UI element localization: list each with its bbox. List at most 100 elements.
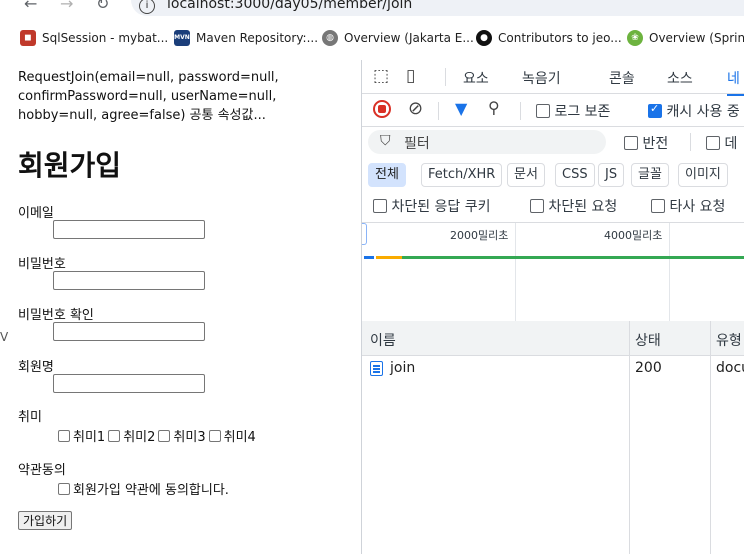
- table-row[interactable]: join 200 docu: [362, 356, 744, 382]
- blocked-requests-option[interactable]: 차단된 요청: [530, 196, 617, 216]
- toolbar-divider: [438, 102, 439, 120]
- chip-all[interactable]: 전체: [368, 163, 406, 187]
- tab-network[interactable]: 네: [727, 68, 744, 96]
- hobby-checkbox-2[interactable]: [108, 429, 121, 442]
- timeline-bar-blue: [364, 256, 374, 259]
- bookmark-jakarta[interactable]: ◍ Overview (Jakarta E...: [322, 30, 474, 46]
- email-label: 이메일: [18, 206, 54, 221]
- tab-console[interactable]: 콘솔: [609, 68, 635, 88]
- agree-label: 약관동의: [18, 463, 66, 478]
- chip-fetch-xhr[interactable]: Fetch/XHR: [421, 163, 503, 187]
- filter-icon: ⛉: [380, 133, 391, 149]
- timeline-gridline-1: [515, 223, 516, 321]
- hide-data-urls-checkbox[interactable]: [706, 136, 720, 150]
- document-icon: [370, 361, 383, 376]
- site-info-icon[interactable]: i: [139, 0, 155, 14]
- chip-img[interactable]: 이미지: [678, 163, 728, 187]
- bookmark-sqlsession[interactable]: ◼ SqlSession - mybat...: [20, 30, 168, 46]
- forward-icon[interactable]: →: [60, 0, 73, 13]
- preserve-log-checkbox[interactable]: [536, 104, 550, 118]
- invert-checkbox[interactable]: [624, 136, 638, 150]
- email-field[interactable]: [53, 220, 205, 239]
- timeline-label-4000: 4000밀리초: [604, 229, 663, 242]
- tab-sources[interactable]: 소스: [667, 68, 693, 88]
- confirm-password-field[interactable]: [53, 322, 205, 341]
- reload-icon[interactable]: ↻: [96, 0, 109, 13]
- timeline-label-2000: 2000밀리초: [450, 229, 509, 242]
- globe-bookmark-icon: ◍: [322, 30, 338, 46]
- browser-chrome: ← → ↻ i localhost:3000/day05/member/join…: [0, 0, 744, 61]
- filter-placeholder: 필터: [404, 136, 430, 152]
- confirm-password-label: 비밀번호 확인: [18, 308, 94, 323]
- request-type: docu: [716, 360, 744, 376]
- network-overview-timeline[interactable]: 2000밀리초 4000밀리초: [362, 222, 744, 322]
- timeline-gridline-2: [669, 223, 670, 321]
- filter-funnel-icon[interactable]: ▼: [455, 99, 467, 118]
- bookmark-spring[interactable]: ❀ Overview (Spring: [627, 30, 744, 46]
- username-label: 회원명: [18, 360, 54, 375]
- blocked-cookies-checkbox[interactable]: [373, 199, 387, 213]
- address-url[interactable]: localhost:3000/day05/member/join: [167, 0, 412, 12]
- inspect-element-icon[interactable]: ⬚: [373, 66, 389, 86]
- column-name[interactable]: 이름: [370, 330, 396, 350]
- address-row: ← → ↻ i localhost:3000/day05/member/join: [0, 0, 744, 20]
- toolbar-divider-2: [520, 102, 521, 120]
- preserve-log-option[interactable]: 로그 보존: [536, 101, 610, 121]
- hobby-label: 취미: [18, 410, 42, 425]
- timeline-left-handle[interactable]: [362, 223, 367, 245]
- third-party-checkbox[interactable]: [651, 199, 665, 213]
- github-bookmark-icon: ●: [476, 30, 492, 46]
- hobby-checkbox-3[interactable]: [158, 429, 171, 442]
- tab-elements[interactable]: 요소: [463, 68, 489, 88]
- blocked-cookies-option[interactable]: 차단된 응답 쿠키: [373, 196, 491, 216]
- search-icon[interactable]: ⚲: [488, 98, 500, 117]
- hide-data-urls-option[interactable]: 데: [706, 133, 737, 153]
- hobby-checkbox-4[interactable]: [208, 429, 221, 442]
- hobby-label-2: 취미2: [123, 430, 156, 445]
- request-status: 200: [635, 360, 662, 376]
- edge-character: V: [0, 330, 9, 344]
- devtools-panel: ⬚ ▯ 요소 녹음기 콘솔 소스 네 ⊘ ▼ ⚲ 로그 보존 캐시 사용 중 ⛉…: [361, 60, 744, 554]
- hobby-checkbox-1[interactable]: [58, 429, 70, 442]
- bookmarks-bar: ◼ SqlSession - mybat... MVN Maven Reposi…: [0, 28, 744, 50]
- hobby-label-1: 취미1: [73, 430, 106, 445]
- disable-cache-option[interactable]: 캐시 사용 중: [648, 101, 740, 121]
- tabbar-divider: [445, 68, 446, 86]
- disable-cache-checkbox[interactable]: [648, 102, 662, 118]
- agree-text: 회원가입 약관에 동의합니다.: [73, 483, 229, 498]
- hobby-options: 취미1 취미2 취미3 취미4: [57, 426, 258, 445]
- username-field[interactable]: [53, 374, 205, 393]
- network-toolbar: ⊘ ▼ ⚲ 로그 보존 캐시 사용 중: [362, 94, 744, 127]
- password-label: 비밀번호: [18, 257, 66, 272]
- tab-recorder[interactable]: 녹음기: [522, 68, 561, 88]
- agree-option: 회원가입 약관에 동의합니다.: [57, 479, 229, 498]
- device-toolbar-icon[interactable]: ▯: [406, 66, 415, 86]
- bookmark-github[interactable]: ● Contributors to jeo...: [476, 30, 622, 46]
- address-bar[interactable]: i localhost:3000/day05/member/join: [131, 0, 744, 16]
- filter-divider: [690, 133, 691, 151]
- chip-css[interactable]: CSS: [555, 163, 595, 187]
- chip-js[interactable]: JS: [598, 163, 625, 187]
- agree-checkbox[interactable]: [58, 482, 70, 495]
- request-table-header: 이름 상태 유형: [362, 321, 744, 356]
- chip-doc[interactable]: 문서: [507, 163, 545, 187]
- bookmark-maven[interactable]: MVN Maven Repository:...: [174, 30, 318, 46]
- timeline-bar-yellow: [376, 256, 402, 259]
- chip-font[interactable]: 글꼴: [631, 163, 669, 187]
- invert-option[interactable]: 반전: [624, 133, 668, 153]
- maven-bookmark-icon: MVN: [174, 30, 190, 46]
- sqlsession-bookmark-icon: ◼: [20, 30, 36, 46]
- blocked-requests-checkbox[interactable]: [530, 199, 544, 213]
- filter-input[interactable]: ⛉ 필터: [368, 130, 606, 154]
- record-icon[interactable]: [373, 100, 391, 118]
- column-type[interactable]: 유형: [716, 330, 742, 350]
- join-submit-button[interactable]: 가입하기: [18, 511, 73, 530]
- clear-icon[interactable]: ⊘: [408, 98, 423, 119]
- request-debug-text: RequestJoin(email=null, password=null, c…: [18, 70, 279, 123]
- column-status[interactable]: 상태: [635, 330, 661, 350]
- back-icon[interactable]: ←: [24, 0, 37, 13]
- request-name[interactable]: join: [390, 360, 415, 376]
- devtools-tabbar: ⬚ ▯ 요소 녹음기 콘솔 소스 네: [362, 60, 744, 96]
- third-party-option[interactable]: 타사 요청: [651, 196, 725, 216]
- password-field[interactable]: [53, 271, 205, 290]
